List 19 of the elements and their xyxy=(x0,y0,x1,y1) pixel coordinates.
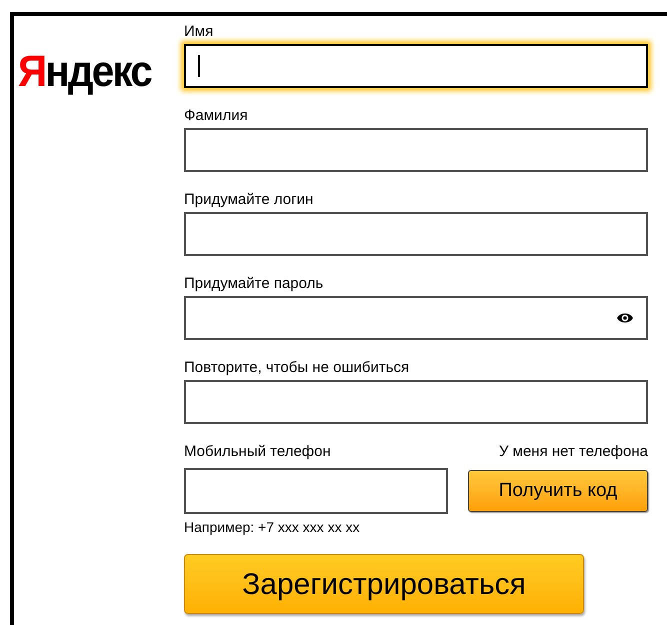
text-cursor xyxy=(198,55,200,77)
field-label: Повторите, чтобы не ошибиться xyxy=(184,358,410,378)
field-label: Придумайте пароль xyxy=(184,274,324,294)
phone-field[interactable] xyxy=(184,468,448,514)
field-label: Мобильный телефон xyxy=(184,442,331,462)
yandex-logo: Яндекс xyxy=(18,48,152,96)
input-field[interactable] xyxy=(184,44,648,88)
no-phone-link[interactable]: У меня нет телефона xyxy=(498,442,648,462)
phone-hint: Например: +7 xxx xxx xx xx xyxy=(184,518,361,536)
register-button[interactable]: Зарегистрироваться xyxy=(184,554,584,614)
get-code-button[interactable]: Получить код xyxy=(468,470,648,512)
eye-icon[interactable] xyxy=(616,311,634,325)
input-field[interactable] xyxy=(184,128,648,172)
field-label: Придумайте логин xyxy=(184,190,314,210)
password-field[interactable] xyxy=(184,296,648,340)
input-field[interactable] xyxy=(184,380,648,424)
field-label: Фамилия xyxy=(184,106,249,126)
field-label: Имя xyxy=(184,22,214,42)
input-field[interactable] xyxy=(184,212,648,256)
